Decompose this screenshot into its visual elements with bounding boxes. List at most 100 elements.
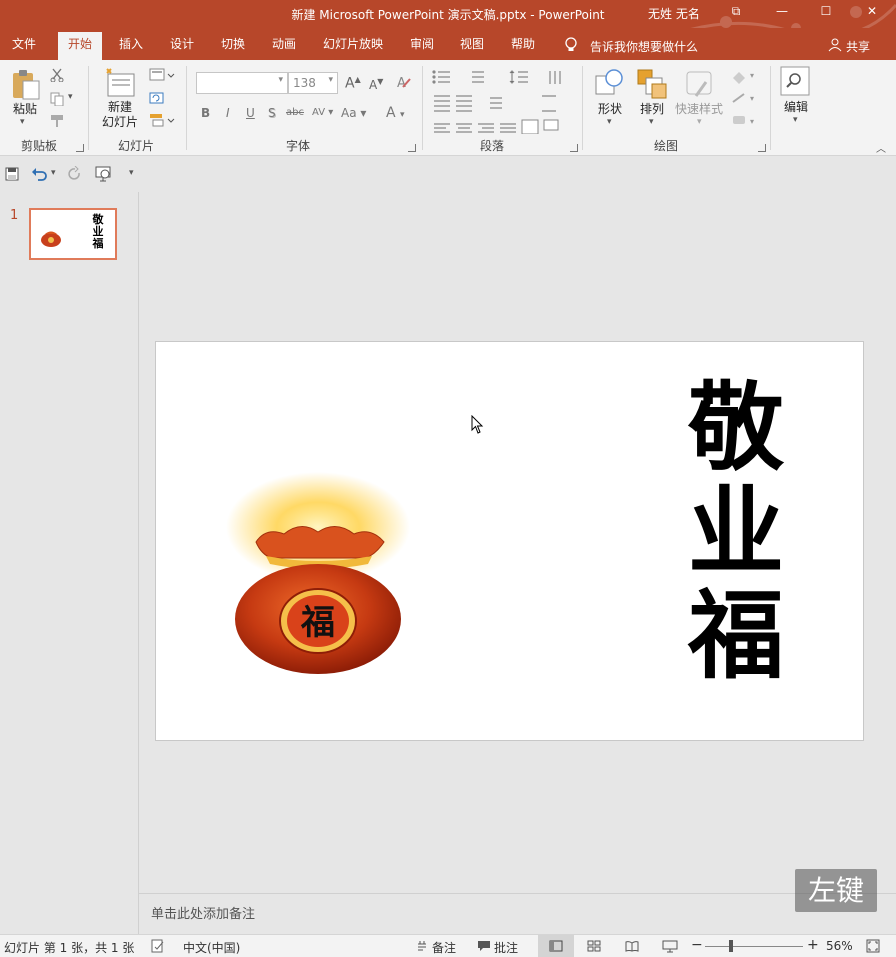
- notes-toggle[interactable]: 备注: [432, 939, 456, 956]
- paragraph-launcher-icon[interactable]: [570, 144, 578, 152]
- font-color-button[interactable]: A ▾: [386, 105, 405, 121]
- editing-button[interactable]: 编辑: [776, 98, 816, 115]
- tab-slideshow[interactable]: 幻灯片放映: [317, 34, 389, 60]
- strikethrough-button[interactable]: abc: [286, 107, 304, 118]
- drawing-launcher-icon[interactable]: [758, 144, 766, 152]
- quick-styles-button[interactable]: 快速样式: [672, 100, 726, 117]
- zoom-slider-thumb[interactable]: [729, 940, 733, 952]
- notes-pane[interactable]: 单击此处添加备注: [139, 893, 896, 934]
- comments-toggle[interactable]: 批注: [494, 939, 518, 956]
- collapse-ribbon-icon[interactable]: ︿: [876, 140, 886, 155]
- start-slideshow-icon[interactable]: [95, 165, 113, 183]
- svg-text:▾: ▾: [750, 71, 754, 80]
- fit-to-window-icon[interactable]: [866, 939, 880, 953]
- fortune-bag-image[interactable]: 福: [226, 472, 416, 677]
- new-slide-button[interactable]: 新建 幻灯片: [96, 100, 144, 130]
- close-button[interactable]: ✕: [862, 4, 882, 22]
- layout-icon[interactable]: [149, 68, 175, 82]
- reset-icon[interactable]: [149, 91, 165, 105]
- arrange-button[interactable]: 排列: [632, 100, 672, 117]
- ribbon-home: 粘贴 ▾ ▾ 剪贴板 新建 幻灯片 幻灯片 ▾ 138 ▾ A▲ A▼ A B I…: [0, 60, 896, 156]
- person-icon: [828, 38, 842, 52]
- shape-fill-outline-effects-icon[interactable]: ▾ ▾ ▾: [730, 68, 760, 130]
- title-bar: 新建 Microsoft PowerPoint 演示文稿.pptx - Powe…: [0, 0, 896, 52]
- clipboard-launcher-icon[interactable]: [76, 144, 84, 152]
- copy-icon[interactable]: [50, 92, 64, 106]
- slide-thumbnail-pane: 1 敬业福: [0, 192, 139, 934]
- tab-transitions[interactable]: 切换: [215, 34, 251, 60]
- mouse-cursor-icon: [471, 415, 484, 434]
- grow-font-icon[interactable]: A▲: [345, 75, 361, 92]
- thumb-vertical-text: 敬业福: [92, 213, 104, 250]
- maximize-button[interactable]: ☐: [816, 4, 836, 22]
- undo-icon[interactable]: [31, 166, 47, 182]
- user-name[interactable]: 无姓 无名: [648, 5, 700, 22]
- arrange-icon: [637, 69, 667, 99]
- spellcheck-icon[interactable]: [151, 939, 165, 953]
- vertical-title-text[interactable]: 敬业福: [684, 376, 788, 688]
- tab-help[interactable]: 帮助: [505, 34, 541, 60]
- notes-placeholder[interactable]: 单击此处添加备注: [151, 903, 255, 922]
- zoom-out-button[interactable]: −: [691, 937, 703, 953]
- shapes-button[interactable]: 形状: [590, 100, 630, 117]
- slide-canvas[interactable]: 福 敬业福: [155, 341, 864, 741]
- font-group-label: 字体: [285, 139, 310, 153]
- format-painter-icon[interactable]: [50, 114, 64, 128]
- comments-icon: [478, 941, 490, 951]
- minimize-button[interactable]: —: [772, 4, 792, 22]
- quick-styles-icon: [686, 71, 712, 97]
- change-case-button[interactable]: Aa ▾: [341, 106, 366, 120]
- svg-text:▾: ▾: [750, 94, 754, 103]
- window-title: 新建 Microsoft PowerPoint 演示文稿.pptx - Powe…: [291, 8, 605, 22]
- underline-button[interactable]: U: [246, 106, 255, 120]
- tell-me-search[interactable]: 告诉我你想要做什么: [590, 38, 698, 55]
- slides-group-label: 幻灯片: [117, 139, 154, 153]
- redo-icon[interactable]: [67, 166, 83, 182]
- customize-qat-icon[interactable]: ▾: [129, 168, 134, 178]
- svg-text:▾: ▾: [750, 117, 754, 126]
- tab-file[interactable]: 文件: [6, 34, 42, 60]
- shrink-font-icon[interactable]: A▼: [369, 77, 383, 92]
- undo-dropdown-icon[interactable]: ▾: [51, 168, 56, 178]
- zoom-slider-track[interactable]: [705, 946, 803, 947]
- status-bar: 幻灯片 第 1 张，共 1 张 中文(中国) 备注 批注 − + 56%: [0, 934, 896, 957]
- tab-view[interactable]: 视图: [454, 34, 490, 60]
- language-indicator[interactable]: 中文(中国): [183, 939, 240, 956]
- slideshow-view-icon[interactable]: [662, 939, 678, 953]
- lightbulb-icon: [565, 37, 577, 51]
- tab-design[interactable]: 设计: [164, 34, 200, 60]
- paste-button[interactable]: 粘贴: [8, 100, 42, 117]
- tab-insert[interactable]: 插入: [113, 34, 149, 60]
- bold-button[interactable]: B: [201, 106, 210, 120]
- shapes-icon: [595, 69, 623, 95]
- clear-formatting-icon[interactable]: A: [396, 74, 412, 90]
- slide-sorter-icon[interactable]: [587, 940, 601, 952]
- reading-view-icon[interactable]: [625, 940, 639, 952]
- tab-review[interactable]: 审阅: [404, 34, 440, 60]
- font-name-box[interactable]: ▾: [196, 72, 288, 94]
- char-spacing-button[interactable]: AV ▾: [312, 107, 333, 118]
- drawing-group-label: 绘图: [653, 139, 678, 153]
- paragraph-controls-icon[interactable]: [432, 68, 572, 134]
- section-icon[interactable]: [149, 113, 175, 127]
- italic-button[interactable]: I: [226, 106, 230, 120]
- tab-home[interactable]: 开始: [58, 32, 103, 60]
- share-button[interactable]: 共享: [846, 38, 870, 55]
- ribbon-display-options-button[interactable]: ⧉: [726, 4, 746, 22]
- zoom-level[interactable]: 56%: [826, 939, 853, 953]
- slide-count: 幻灯片 第 1 张，共 1 张: [4, 941, 135, 955]
- font-size-box[interactable]: 138 ▾: [288, 72, 338, 94]
- normal-view-button[interactable]: [538, 935, 574, 957]
- cut-icon[interactable]: [50, 68, 64, 82]
- clipboard-group-label: 剪贴板: [20, 139, 57, 153]
- ribbon-tabs: 文件 开始 插入 设计 切换 动画 幻灯片放映 审阅 视图 帮助 告诉我你想要做…: [0, 28, 896, 60]
- slide-thumbnail[interactable]: 敬业福: [29, 208, 117, 260]
- save-icon[interactable]: [5, 167, 19, 181]
- tab-animations[interactable]: 动画: [266, 34, 302, 60]
- bag-character: 福: [300, 603, 335, 643]
- font-launcher-icon[interactable]: [408, 144, 416, 152]
- zoom-in-button[interactable]: +: [807, 937, 819, 953]
- fortune-bag-thumb-icon: [41, 231, 61, 247]
- normal-view-icon: [549, 940, 563, 952]
- shadow-button[interactable]: S: [268, 106, 276, 120]
